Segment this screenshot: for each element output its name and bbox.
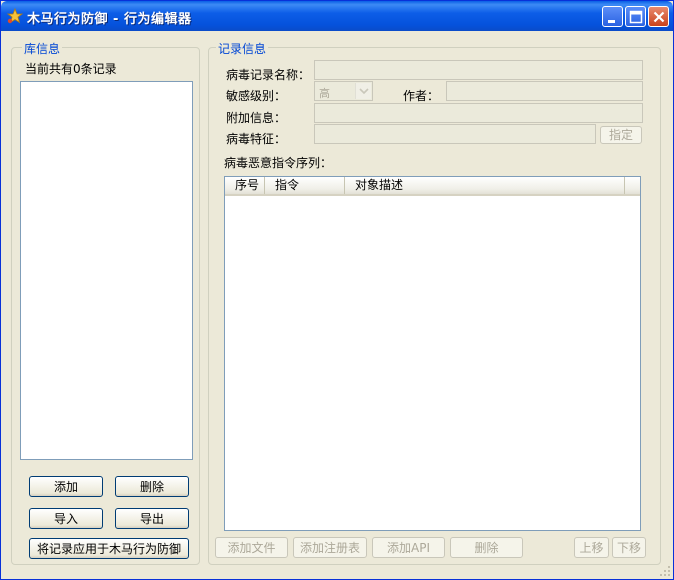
import-button[interactable]: 导入: [29, 508, 103, 529]
sensitivity-value: 高: [319, 87, 330, 100]
delete-record-button[interactable]: 删除: [115, 476, 189, 497]
close-icon: [653, 11, 665, 23]
virus-name-field[interactable]: [314, 60, 643, 80]
specify-button[interactable]: 指定: [600, 126, 642, 144]
library-group-label: 库信息: [22, 40, 63, 57]
minimize-button[interactable]: [602, 6, 623, 27]
chevron-down-icon[interactable]: [355, 83, 371, 99]
maximize-icon: [629, 10, 643, 24]
column-header-index[interactable]: 序号: [225, 177, 265, 194]
maximize-button[interactable]: [625, 6, 646, 27]
minimize-icon: [608, 20, 615, 23]
record-info-group-label: 记录信息: [216, 40, 269, 57]
virus-name-label: 病毒记录名称：: [226, 68, 311, 82]
add-api-button[interactable]: 添加API: [372, 537, 445, 558]
virus-signature-field[interactable]: [314, 124, 596, 144]
list-header: 序号 指令 对象描述: [225, 177, 640, 196]
close-button[interactable]: [648, 6, 669, 27]
author-field[interactable]: [446, 81, 643, 101]
record-count-text: 当前共有0条记录: [25, 62, 117, 76]
column-header-command[interactable]: 指令: [265, 177, 345, 194]
export-button[interactable]: 导出: [115, 508, 189, 529]
extra-info-label: 附加信息：: [226, 111, 287, 125]
author-label: 作者：: [403, 89, 440, 103]
move-down-button[interactable]: 下移: [612, 537, 646, 558]
add-file-button[interactable]: 添加文件: [215, 537, 288, 558]
add-registry-button[interactable]: 添加注册表: [293, 537, 367, 558]
app-star-icon: [6, 7, 24, 24]
sensitivity-label: 敏感级别：: [226, 89, 287, 103]
sequence-label: 病毒恶意指令序列：: [224, 156, 333, 170]
virus-signature-label: 病毒特征：: [226, 132, 287, 146]
add-record-button[interactable]: 添加: [29, 476, 103, 497]
column-header-description[interactable]: 对象描述: [345, 177, 625, 194]
record-listbox[interactable]: [20, 81, 193, 460]
delete-command-button[interactable]: 删除: [450, 537, 523, 558]
sensitivity-select[interactable]: 高: [314, 81, 373, 101]
apply-records-button[interactable]: 将记录应用于木马行为防御: [29, 538, 189, 559]
resize-grip-icon[interactable]: [659, 565, 671, 577]
window-title: 木马行为防御 - 行为编辑器: [27, 12, 192, 27]
extra-info-field[interactable]: [314, 103, 643, 123]
command-sequence-list[interactable]: 序号 指令 对象描述: [224, 176, 641, 531]
move-up-button[interactable]: 上移: [574, 537, 609, 558]
title-bar[interactable]: 木马行为防御 - 行为编辑器: [1, 1, 673, 31]
editor-window: 木马行为防御 - 行为编辑器 库信息 当前共有0条记录 添加 删除 导入 导出 …: [0, 0, 674, 580]
